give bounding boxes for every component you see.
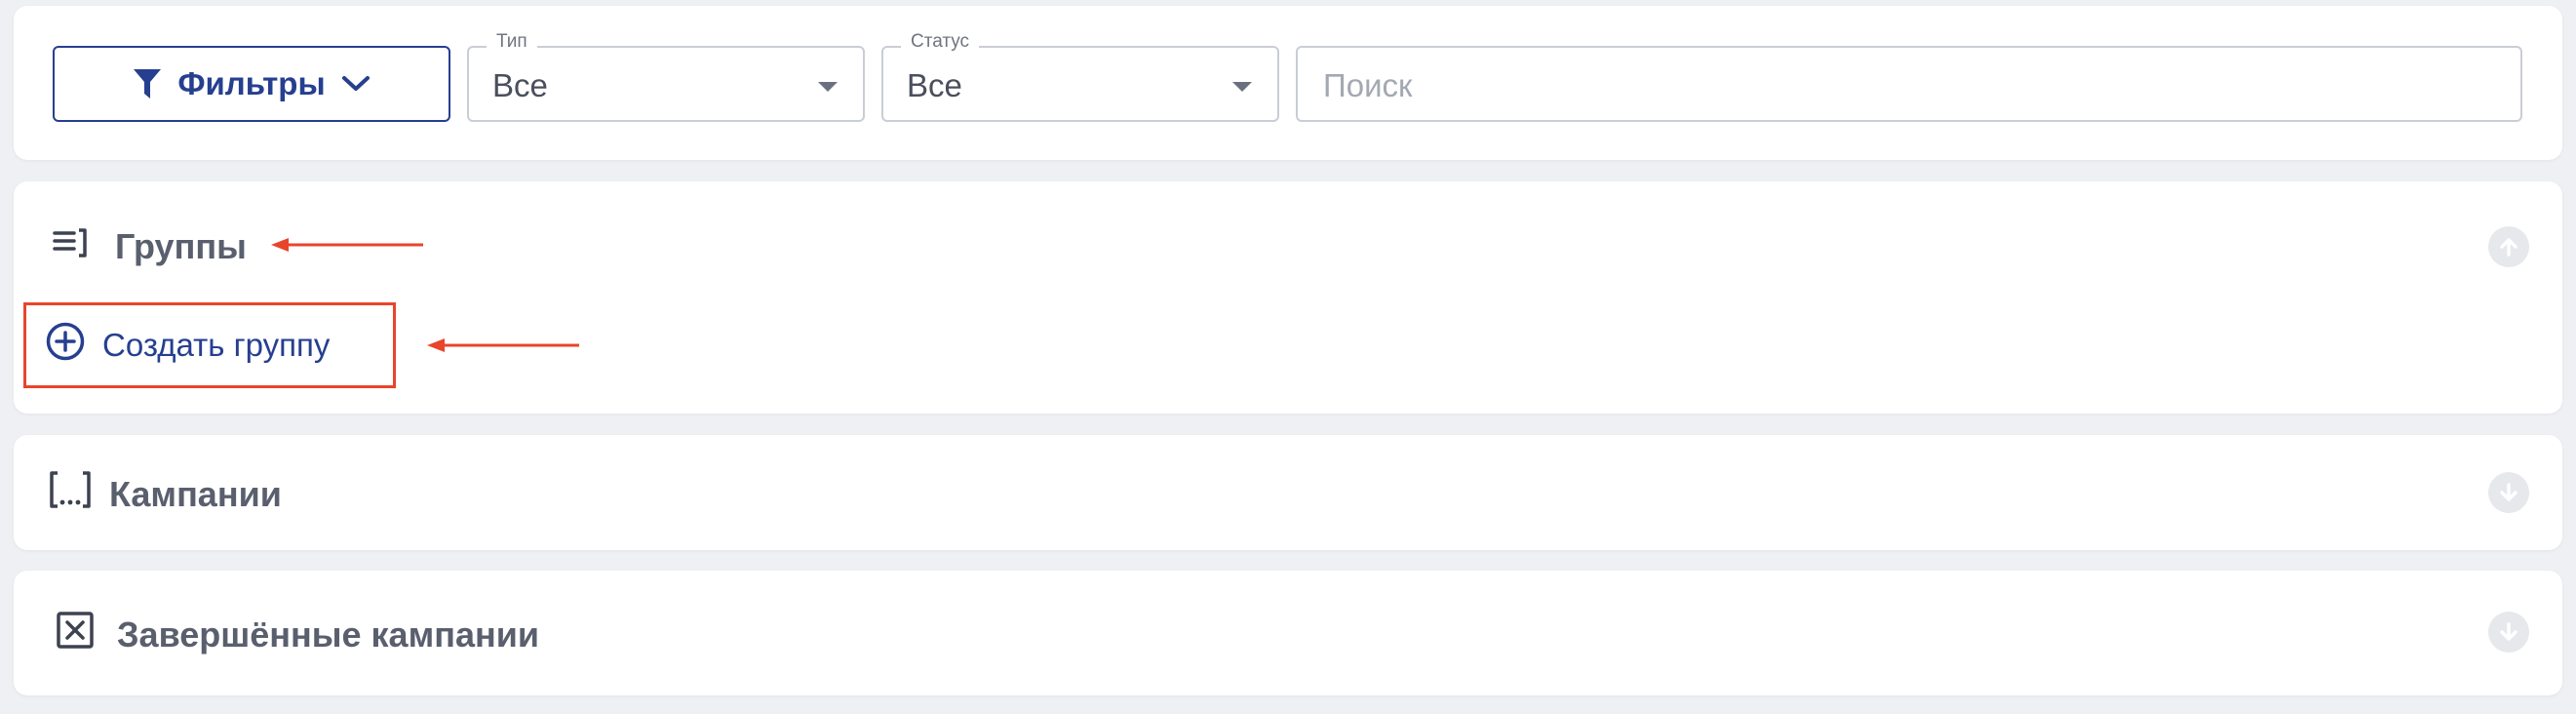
- caret-down-icon: [1232, 82, 1252, 92]
- plus-circle-icon: [46, 322, 85, 369]
- groups-header[interactable]: Группы: [53, 226, 247, 267]
- campaigns-section: Кампании: [14, 435, 2562, 550]
- completed-campaigns-header[interactable]: Завершённые кампании: [57, 612, 539, 657]
- filters-button-label: Фильтры: [177, 65, 326, 101]
- status-select-value: Все: [907, 67, 962, 103]
- create-group-button[interactable]: Создать группу: [23, 302, 396, 388]
- type-select[interactable]: Тип Все: [467, 31, 865, 122]
- completed-campaigns-title: Завершённые кампании: [117, 614, 539, 654]
- search-input[interactable]: [1321, 65, 2476, 106]
- filter-bar: Фильтры Тип Все Статус Все: [14, 6, 2562, 160]
- groups-collapse-button[interactable]: [2488, 226, 2529, 267]
- status-select-label: Статус: [901, 31, 980, 53]
- annotation-arrow: [271, 238, 423, 252]
- x-box-icon: [57, 612, 94, 657]
- caret-down-icon: [818, 82, 838, 92]
- arrow-up-circle-icon: [2500, 238, 2517, 257]
- list-icon: [53, 226, 88, 267]
- filters-button[interactable]: Фильтры: [53, 46, 450, 122]
- completed-campaigns-section: Завершённые кампании: [14, 571, 2562, 695]
- annotation-arrow: [427, 338, 579, 352]
- chevron-down-icon: [341, 74, 371, 94]
- groups-section: Группы Создать группу: [14, 181, 2562, 414]
- bracket-ellipsis-icon: [49, 470, 92, 518]
- completed-expand-button[interactable]: [2488, 612, 2529, 653]
- arrow-down-circle-icon: [2500, 622, 2517, 641]
- status-select[interactable]: Статус Все: [881, 31, 1279, 122]
- campaigns-title: Кампании: [109, 473, 282, 514]
- groups-title: Группы: [115, 226, 247, 266]
- funnel-icon: [133, 67, 162, 100]
- type-select-value: Все: [492, 67, 548, 103]
- arrow-down-circle-icon: [2500, 483, 2517, 501]
- type-select-label: Тип: [487, 31, 537, 53]
- campaigns-expand-button[interactable]: [2488, 472, 2529, 513]
- search-field[interactable]: [1296, 46, 2522, 122]
- create-group-label: Создать группу: [102, 327, 331, 363]
- campaigns-header[interactable]: Кампании: [49, 470, 282, 518]
